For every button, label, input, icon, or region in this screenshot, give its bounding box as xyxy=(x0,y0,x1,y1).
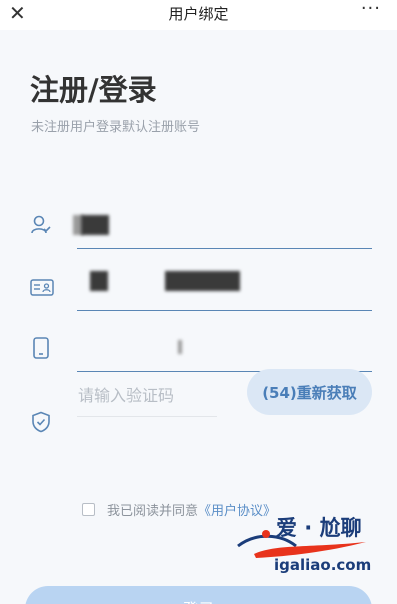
agreement-text: 我已阅读并同意 xyxy=(107,504,199,519)
page-title: 用户绑定 xyxy=(168,4,229,23)
redacted-text xyxy=(178,340,182,354)
name-input-underline xyxy=(77,248,372,249)
agreement-checkbox[interactable] xyxy=(82,503,95,516)
redacted-text xyxy=(165,271,240,291)
resend-code-button[interactable]: (54)重新获取 xyxy=(247,369,372,415)
phone-input[interactable] xyxy=(77,330,372,370)
watermark-url: igaliao.com xyxy=(274,556,372,574)
top-bar: ✕ 用户绑定 ··· xyxy=(0,0,397,30)
close-icon[interactable]: ✕ xyxy=(9,2,26,24)
verification-code-input[interactable]: 请输入验证码 xyxy=(78,382,174,406)
watermark-logo: 爱 · 尬聊 igaliao.com xyxy=(236,510,394,590)
id-number-input[interactable] xyxy=(77,265,372,307)
form-subheading: 未注册用户登录默认注册账号 xyxy=(31,120,201,135)
user-icon xyxy=(31,215,51,234)
id-number-input-underline xyxy=(77,310,372,311)
redacted-text xyxy=(90,271,108,291)
name-input[interactable] xyxy=(73,205,372,245)
shield-icon xyxy=(32,411,50,433)
more-options-icon[interactable]: ··· xyxy=(361,0,381,18)
form-heading: 注册/登录 xyxy=(30,73,157,107)
verification-code-underline xyxy=(77,416,217,417)
watermark-title: 爱 · 尬聊 xyxy=(276,516,362,540)
id-card-icon xyxy=(30,279,54,296)
redacted-text xyxy=(81,215,109,235)
phone-icon xyxy=(33,337,49,359)
